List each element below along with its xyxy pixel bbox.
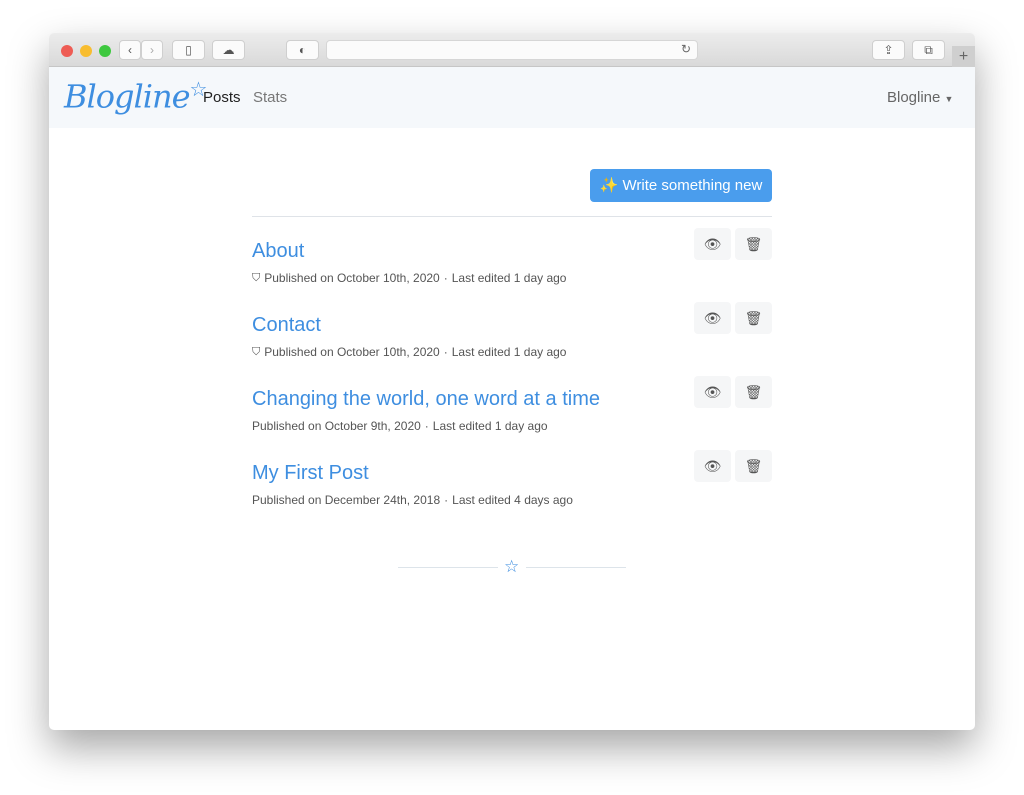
view-button[interactable]: 👁 xyxy=(694,302,731,334)
post-item: Changing the world, one word at a time P… xyxy=(252,376,772,448)
eye-icon: 👁 xyxy=(703,384,722,400)
write-new-label: Write something new xyxy=(622,177,763,194)
address-bar[interactable]: ↻ xyxy=(326,40,698,60)
post-item: My First Post Published on December 24th… xyxy=(252,450,772,522)
post-meta: ⛉ Published on October 10th, 2020 · Last … xyxy=(252,271,566,285)
post-title[interactable]: Changing the world, one word at a time xyxy=(252,388,600,411)
caret-down-icon: ▼ xyxy=(944,94,954,104)
shield-icon[interactable]: ◐ xyxy=(286,40,319,60)
sidebar-icon[interactable]: ▯ xyxy=(172,40,205,60)
post-title[interactable]: About xyxy=(252,240,304,263)
last-edited: Last edited 1 day ago xyxy=(451,271,567,285)
sparkles-icon: ✨ xyxy=(599,177,619,194)
forward-icon[interactable]: › xyxy=(141,40,163,60)
divider-left xyxy=(398,567,498,568)
logo[interactable]: Blogline☆ xyxy=(64,77,207,116)
nav-stats[interactable]: Stats xyxy=(253,89,287,106)
published-date: Published on October 9th, 2020 xyxy=(252,419,421,433)
share-icon[interactable]: ⇪ xyxy=(872,40,905,60)
divider xyxy=(252,216,772,217)
reload-icon[interactable]: ↻ xyxy=(681,42,691,56)
shield-icon: ⛉ xyxy=(252,345,261,358)
eye-icon: 👁 xyxy=(703,310,722,326)
maximize-window-button[interactable] xyxy=(99,45,111,57)
separator: · xyxy=(443,271,448,285)
view-button[interactable]: 👁 xyxy=(694,376,731,408)
last-edited: Last edited 4 days ago xyxy=(452,493,573,507)
new-tab-icon[interactable]: + xyxy=(952,46,975,67)
nav-posts[interactable]: Posts xyxy=(203,89,241,106)
published-date: Published on December 24th, 2018 xyxy=(252,493,441,507)
minimize-window-button[interactable] xyxy=(80,45,92,57)
trash-icon: 🗑 xyxy=(744,384,763,400)
post-item: About ⛉ Published on October 10th, 2020 ·… xyxy=(252,228,772,300)
view-button[interactable]: 👁 xyxy=(694,450,731,482)
close-window-button[interactable] xyxy=(61,45,73,57)
write-new-button[interactable]: ✨ Write something new xyxy=(590,169,772,202)
delete-button[interactable]: 🗑 xyxy=(735,228,772,260)
post-item: Contact ⛉ Published on October 10th, 2020… xyxy=(252,302,772,374)
view-button[interactable]: 👁 xyxy=(694,228,731,260)
eye-icon: 👁 xyxy=(703,236,722,252)
divider-right xyxy=(526,567,626,568)
back-icon[interactable]: ‹ xyxy=(119,40,141,60)
navbar: Blogline☆ Posts Stats Blogline ▼ xyxy=(49,67,975,128)
separator: · xyxy=(444,493,449,507)
shield-icon: ⛉ xyxy=(252,271,261,284)
last-edited: Last edited 1 day ago xyxy=(451,345,567,359)
star-icon: ☆ xyxy=(504,557,520,576)
cloud-icon[interactable]: ☁ xyxy=(212,40,245,60)
published-date: Published on October 10th, 2020 xyxy=(264,271,440,285)
delete-button[interactable]: 🗑 xyxy=(735,376,772,408)
browser-toolbar: ‹ › ▯ ☁ ◐ ↻ ⇪ ⧉ + xyxy=(49,33,975,67)
delete-button[interactable]: 🗑 xyxy=(735,450,772,482)
delete-button[interactable]: 🗑 xyxy=(735,302,772,334)
browser-window: ‹ › ▯ ☁ ◐ ↻ ⇪ ⧉ + Blogline☆ Posts Stats … xyxy=(49,33,975,730)
tabs-icon[interactable]: ⧉ xyxy=(912,40,945,60)
post-meta: Published on December 24th, 2018 · Last … xyxy=(252,493,573,507)
last-edited: Last edited 1 day ago xyxy=(432,419,548,433)
separator: · xyxy=(424,419,429,433)
trash-icon: 🗑 xyxy=(744,458,763,474)
post-meta: ⛉ Published on October 10th, 2020 · Last … xyxy=(252,345,566,359)
separator: · xyxy=(443,345,448,359)
post-meta: Published on October 9th, 2020 · Last ed… xyxy=(252,419,548,433)
post-title[interactable]: Contact xyxy=(252,314,321,337)
published-date: Published on October 10th, 2020 xyxy=(264,345,440,359)
trash-icon: 🗑 xyxy=(744,236,763,252)
trash-icon: 🗑 xyxy=(744,310,763,326)
post-title[interactable]: My First Post xyxy=(252,462,369,485)
account-dropdown[interactable]: Blogline ▼ xyxy=(887,89,953,106)
logo-text: Blogline xyxy=(64,77,191,116)
account-label: Blogline xyxy=(887,89,941,106)
eye-icon: 👁 xyxy=(703,458,722,474)
